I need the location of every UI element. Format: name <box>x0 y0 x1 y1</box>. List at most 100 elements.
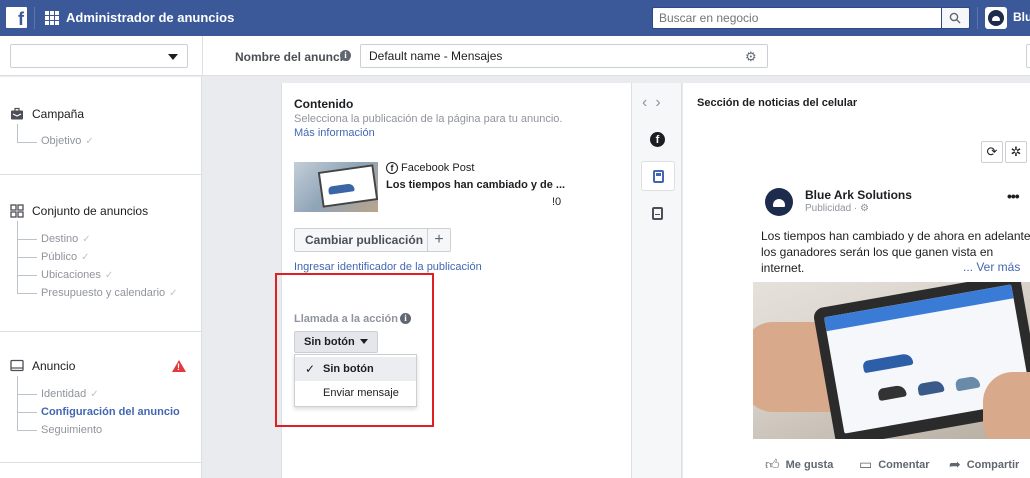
desktop-feed-icon[interactable] <box>652 207 663 220</box>
sidebar-item-ad[interactable]: Anuncio <box>10 359 75 373</box>
section-description: Selecciona la publicación de la página p… <box>294 113 563 139</box>
sidebar-subitem-destination[interactable]: Destino ✓ <box>41 233 91 245</box>
warning-icon[interactable] <box>172 360 186 372</box>
gear-icon: ⚙ <box>860 203 869 214</box>
post-date: !0 <box>552 196 562 208</box>
page-name: Blue Ark Solutions <box>805 188 912 202</box>
search-button[interactable] <box>942 7 970 29</box>
post-image <box>753 282 1030 439</box>
add-post-button[interactable]: + <box>427 228 451 252</box>
section-title: Contenido <box>294 97 354 111</box>
check-icon: ✓ <box>81 252 90 263</box>
sidebar-subitem-budget-schedule[interactable]: Presupuesto y calendario ✓ <box>41 287 178 299</box>
tree-connector <box>17 376 18 430</box>
facebook-logo-icon[interactable]: f <box>6 7 27 28</box>
ad-preview-panel: Sección de noticias del celular ⟳ ✲ Blue… <box>683 83 1030 478</box>
thumbs-up-icon: 👍︎ <box>765 456 780 472</box>
tree-connector <box>17 257 37 258</box>
tree-connector <box>17 394 37 395</box>
briefcase-icon <box>10 107 24 121</box>
subbar-divider <box>202 36 203 76</box>
grid-icon <box>10 204 24 218</box>
more-options-icon[interactable]: ••• <box>1007 188 1020 204</box>
header-right-control[interactable] <box>1026 44 1030 68</box>
sidebar-subitem-placements[interactable]: Ubicaciones ✓ <box>41 269 113 281</box>
see-more-link[interactable]: ... Ver más <box>963 260 1020 274</box>
chevron-left-icon[interactable]: ‹ <box>642 94 655 111</box>
chevron-right-icon[interactable]: › <box>655 94 668 111</box>
tree-connector <box>17 239 37 240</box>
apps-grid-icon[interactable] <box>45 11 59 25</box>
mobile-feed-preview: Blue Ark Solutions Publicidad · ⚙ ••• Lo… <box>753 176 1030 478</box>
post-type: f Facebook Post <box>386 162 474 174</box>
check-icon: ✓ <box>82 234 91 245</box>
tree-connector <box>17 412 37 413</box>
preview-nav-arrows[interactable]: ‹› <box>642 94 669 112</box>
bug-icon: ✲ <box>1010 144 1022 159</box>
ad-header-bar: Nombre del anuncio i ⚙ <box>0 36 1030 76</box>
sidebar-item-campaign[interactable]: Campaña <box>10 107 84 121</box>
share-icon: ➦ <box>949 456 961 472</box>
sidebar-item-label: Anuncio <box>32 359 76 373</box>
more-info-link[interactable]: Más información <box>294 127 375 139</box>
mobile-phone-icon <box>653 170 664 183</box>
like-button[interactable]: 👍︎ Me gusta <box>765 456 833 473</box>
check-icon: ✓ <box>90 389 99 400</box>
mobile-feed-tab[interactable] <box>641 161 675 191</box>
report-bug-button[interactable]: ✲ <box>1005 141 1027 163</box>
preview-title: Sección de noticias del celular <box>697 97 858 109</box>
blue-ark-logo-icon <box>988 10 1004 26</box>
comment-icon: ▭ <box>859 456 873 472</box>
comment-button[interactable]: ▭ Comentar <box>859 456 930 473</box>
enter-post-id-link[interactable]: Ingresar identificador de la publicación <box>294 261 482 273</box>
refresh-button[interactable]: ⟳ <box>981 141 1003 163</box>
facebook-platform-icon[interactable]: f <box>650 132 665 147</box>
ad-name-label: Nombre del anuncio <box>235 50 351 64</box>
sidebar-section-divider <box>0 462 202 463</box>
highlight-annotation-box <box>275 273 434 427</box>
sidebar-section-divider <box>0 174 202 175</box>
topbar-divider <box>34 7 35 29</box>
tree-connector <box>17 293 37 294</box>
share-button[interactable]: ➦ Compartir <box>949 456 1019 473</box>
refresh-icon: ⟳ <box>986 144 998 159</box>
gear-icon[interactable]: ⚙ <box>745 49 757 65</box>
facebook-icon: f <box>386 162 398 174</box>
sidebar-item-label: Campaña <box>32 107 85 121</box>
app-title[interactable]: Administrador de anuncios <box>66 10 234 25</box>
check-icon: ✓ <box>104 270 114 281</box>
monitor-icon <box>10 359 24 373</box>
sidebar-subitem-ad-setup[interactable]: Configuración del anuncio <box>41 406 180 418</box>
ad-name-input[interactable] <box>360 44 768 68</box>
search-icon <box>949 12 961 24</box>
check-icon: ✓ <box>169 288 178 299</box>
ad-structure-sidebar: Campaña Objetivo ✓ Conjunto de anuncios D… <box>0 77 202 478</box>
tree-connector <box>17 275 37 276</box>
post-action-bar: 👍︎ Me gusta ▭ Comentar ➦ Compartir <box>753 456 1030 476</box>
sidebar-subitem-tracking[interactable]: Seguimiento <box>41 424 102 436</box>
preview-placement-toolbar: ‹› f <box>632 83 682 478</box>
account-selector-value <box>21 47 161 65</box>
sidebar-subitem-objective[interactable]: Objetivo ✓ <box>41 135 94 147</box>
info-icon[interactable]: i <box>340 50 351 61</box>
top-navigation-bar: f Administrador de anuncios Blu <box>0 0 1030 36</box>
change-post-button[interactable]: Cambiar publicación <box>294 228 435 252</box>
sidebar-subitem-identity[interactable]: Identidad ✓ <box>41 388 99 400</box>
sidebar-item-adset[interactable]: Conjunto de anuncios <box>10 204 148 218</box>
chevron-down-icon <box>168 54 178 60</box>
account-selector-dropdown[interactable] <box>10 44 188 68</box>
post-thumbnail[interactable] <box>294 162 378 212</box>
sidebar-section-divider <box>0 331 202 332</box>
page-avatar <box>765 188 793 216</box>
tree-connector <box>17 430 37 431</box>
business-avatar[interactable] <box>985 7 1007 29</box>
business-search-input[interactable] <box>652 7 942 29</box>
sidebar-subitem-audience[interactable]: Público ✓ <box>41 251 89 263</box>
sidebar-item-label: Conjunto de anuncios <box>32 204 149 218</box>
post-title: Los tiempos han cambiado y de ... <box>386 179 566 191</box>
topbar-divider <box>977 7 978 29</box>
sponsored-label: Publicidad · ⚙ <box>805 203 869 214</box>
business-name[interactable]: Blu <box>1013 10 1030 24</box>
check-icon: ✓ <box>85 136 94 147</box>
tree-connector <box>17 124 18 142</box>
